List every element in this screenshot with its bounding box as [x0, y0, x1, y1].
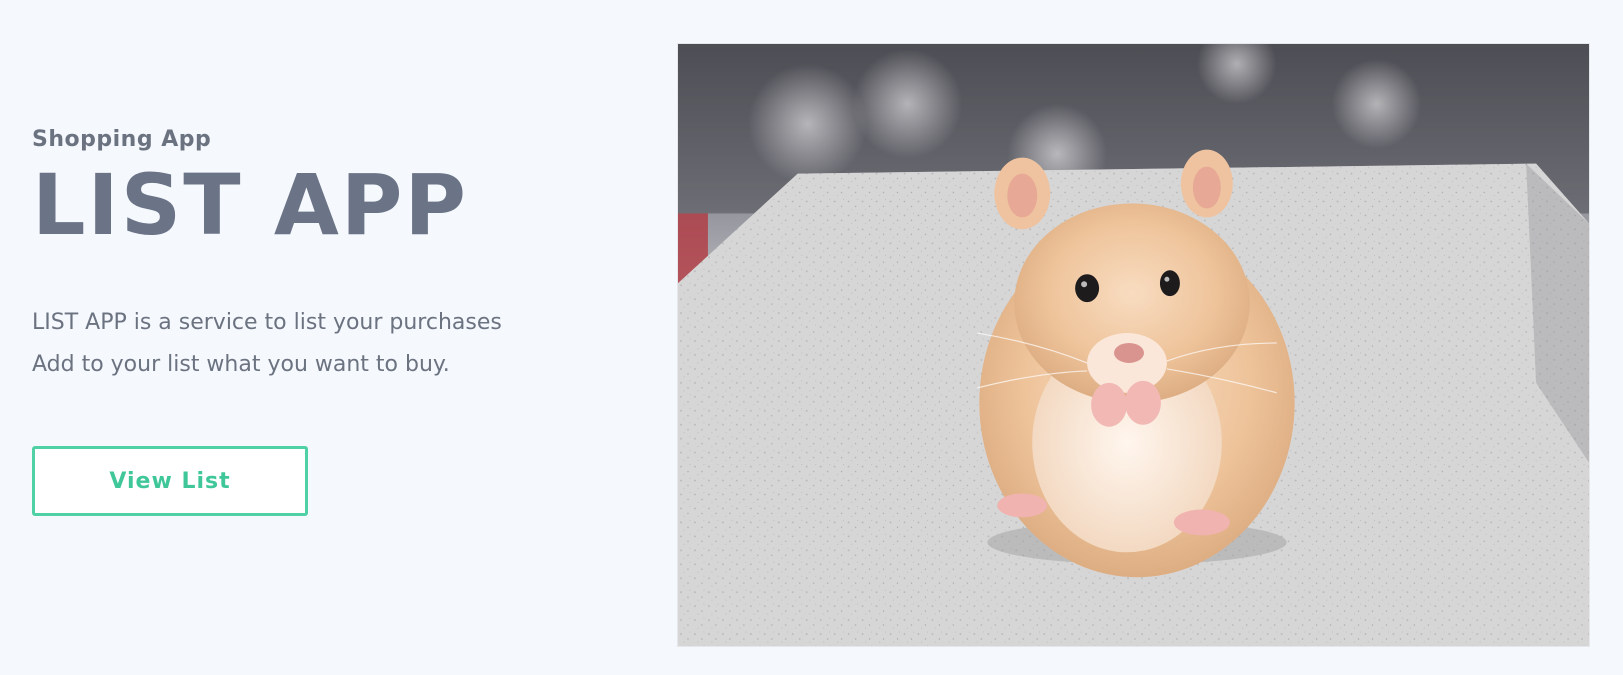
hero-description: LIST APP is a service to list your purch… — [32, 302, 592, 386]
hamster-photo — [677, 43, 1590, 647]
view-list-button[interactable]: View List — [32, 446, 308, 516]
description-line: LIST APP is a service to list your purch… — [32, 310, 502, 335]
hero-subtitle: Shopping App — [32, 127, 212, 152]
hero-section: Shopping App LIST APP LIST APP is a serv… — [0, 0, 1623, 675]
hero-title: LIST APP — [32, 156, 468, 254]
hero-text: Shopping App LIST APP LIST APP is a serv… — [32, 126, 592, 386]
hamster-image — [678, 44, 1589, 646]
description-line: Add to your list what you want to buy. — [32, 352, 450, 377]
